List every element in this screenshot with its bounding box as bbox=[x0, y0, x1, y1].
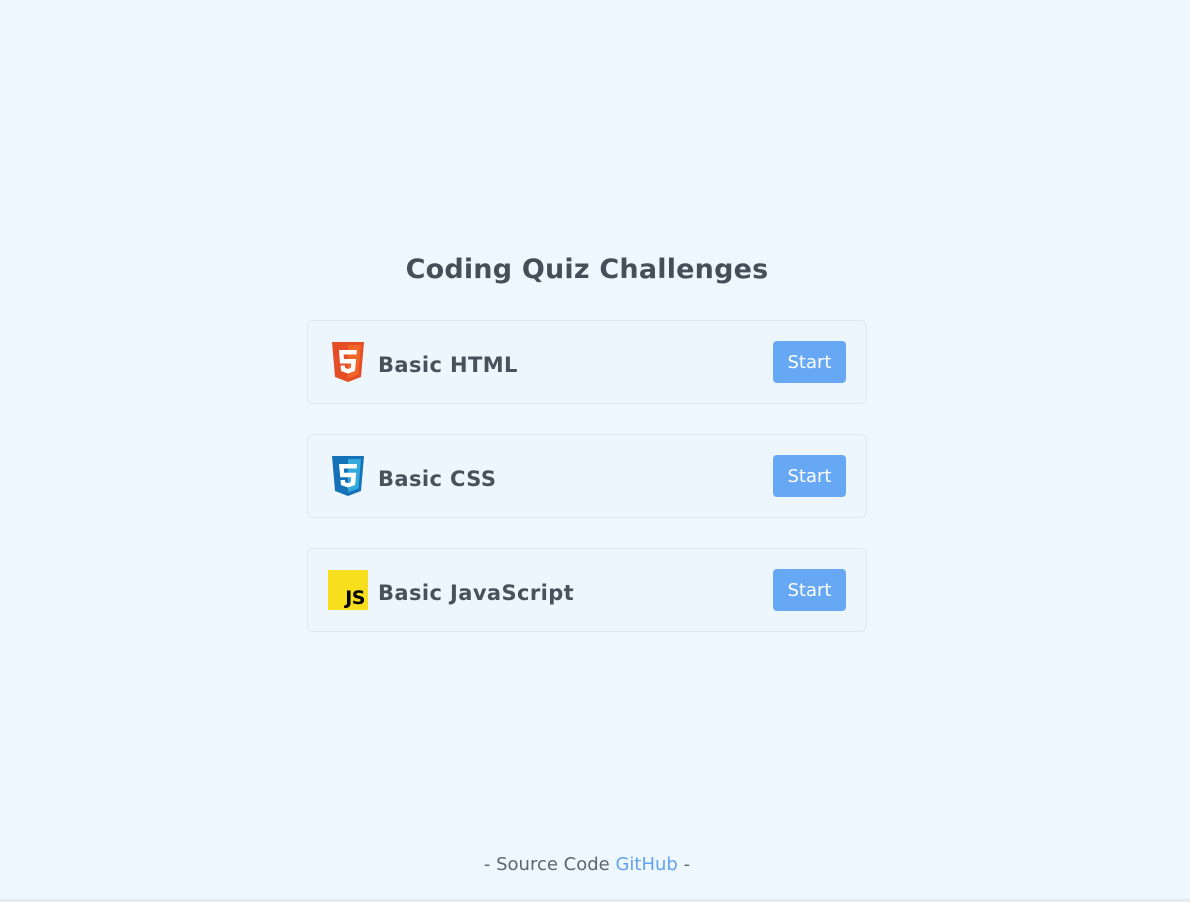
quiz-card-css: Basic CSS Start bbox=[307, 434, 867, 518]
start-button-css[interactable]: Start bbox=[773, 455, 846, 497]
quiz-list: Basic HTML Start Basic CSS Start JS Basi… bbox=[307, 320, 867, 632]
html5-icon bbox=[328, 342, 368, 382]
quiz-title: Basic JavaScript bbox=[378, 581, 575, 605]
css3-icon bbox=[328, 456, 368, 496]
quiz-card-html: Basic HTML Start bbox=[307, 320, 867, 404]
quiz-title: Basic HTML bbox=[378, 353, 518, 377]
footer: - Source Code GitHub - bbox=[0, 854, 1174, 875]
quiz-title: Basic CSS bbox=[378, 467, 497, 491]
start-button-javascript[interactable]: Start bbox=[773, 569, 846, 611]
javascript-icon: JS bbox=[328, 570, 368, 610]
page-title: Coding Quiz Challenges bbox=[405, 254, 769, 285]
quiz-card-javascript: JS Basic JavaScript Start bbox=[307, 548, 867, 632]
footer-prefix: - Source Code bbox=[483, 854, 616, 875]
start-button-html[interactable]: Start bbox=[773, 341, 846, 383]
javascript-badge-text: JS bbox=[345, 587, 365, 609]
github-link[interactable]: GitHub bbox=[615, 854, 677, 875]
javascript-badge: JS bbox=[328, 570, 368, 610]
footer-suffix: - bbox=[677, 854, 691, 875]
